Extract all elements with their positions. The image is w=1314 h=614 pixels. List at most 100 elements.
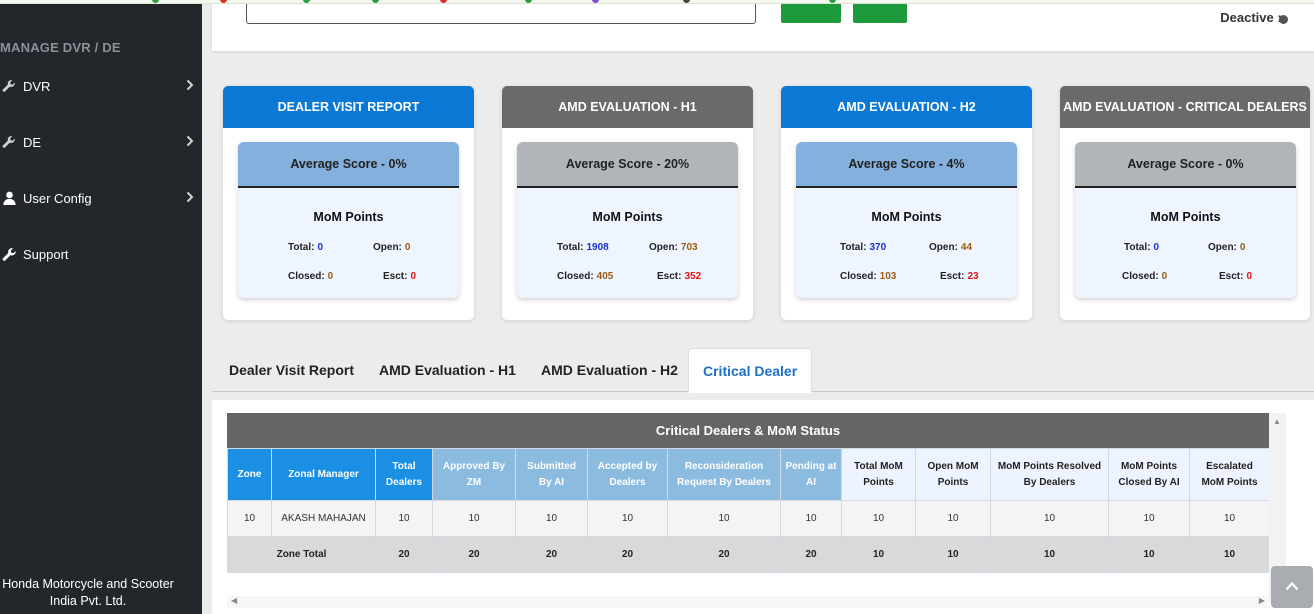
card-title: AMD EVALUATION - H1 xyxy=(502,86,753,128)
table-cell: 20 xyxy=(780,536,842,573)
deactive-status-dot xyxy=(1279,15,1288,24)
table-cell: 20 xyxy=(432,536,516,573)
card-inner: Average Score - 20% MoM Points Total: 190… xyxy=(517,142,738,298)
stat-closed: Closed: 405 xyxy=(557,271,614,282)
sidebar: MANAGE DVR / DE DVR DE User Config Suppo xyxy=(0,4,202,614)
table-cell: 20 xyxy=(515,536,588,573)
chevron-right-icon xyxy=(186,79,194,94)
column-header[interactable]: Open MoM Points xyxy=(915,448,991,501)
sidebar-title: MANAGE DVR / DE xyxy=(0,40,121,55)
table-cell: 10 xyxy=(375,500,433,537)
sidebar-item-label: Support xyxy=(23,246,69,262)
chevron-up-icon xyxy=(1285,578,1299,596)
column-header[interactable]: Escalated MoM Points xyxy=(1189,448,1270,501)
sidebar-item-de[interactable]: DE xyxy=(0,122,202,162)
column-header[interactable]: MoM Points Resolved By Dealers xyxy=(990,448,1109,501)
scroll-up-icon[interactable]: ▲ xyxy=(1273,417,1281,426)
table-cell: 10 xyxy=(1189,536,1270,573)
deactive-legend-label: Deactive :- xyxy=(1220,10,1286,25)
stat-open: Open: 0 xyxy=(373,242,411,253)
mom-points-title: MoM Points xyxy=(871,210,942,224)
critical-dealers-panel: Critical Dealers & MoM Status Zone Zonal… xyxy=(212,400,1314,614)
tab-dealer-visit-report[interactable]: Dealer Visit Report xyxy=(215,348,368,392)
table-cell: 10 xyxy=(1108,536,1190,573)
mom-points-title: MoM Points xyxy=(1150,210,1221,224)
table-cell: 10 xyxy=(1108,500,1190,537)
column-header[interactable]: Zonal Manager xyxy=(271,448,376,501)
score-card-amd-h2[interactable]: AMD EVALUATION - H2 Average Score - 4% M… xyxy=(781,86,1032,320)
user-icon xyxy=(0,191,18,205)
table-cell: 10 xyxy=(227,500,272,537)
column-header[interactable]: Reconsideration Request By Dealers xyxy=(667,448,781,501)
reset-button[interactable] xyxy=(853,4,907,23)
stat-total: Total: 370 xyxy=(840,242,887,253)
column-header[interactable]: Total MoM Points xyxy=(841,448,916,501)
score-card-amd-h1[interactable]: AMD EVALUATION - H1 Average Score - 20% … xyxy=(502,86,753,320)
stat-total: Total: 0 xyxy=(288,242,324,253)
table-row[interactable]: 10 AKASH MAHAJAN 10 10 10 10 10 10 10 10… xyxy=(227,500,1270,537)
scroll-to-top-button[interactable] xyxy=(1271,566,1313,608)
column-header[interactable]: Pending at AI xyxy=(780,448,842,501)
column-header[interactable]: Zone xyxy=(227,448,272,501)
zone-total-row: Zone Total 20 20 20 20 20 20 10 10 10 10… xyxy=(227,536,1270,573)
table-cell: 20 xyxy=(375,536,433,573)
tab-amd-evaluation-h2[interactable]: AMD Evaluation - H2 xyxy=(527,348,692,392)
table-cell: 10 xyxy=(667,500,781,537)
filter-button[interactable] xyxy=(781,4,841,23)
stat-closed: Closed: 0 xyxy=(288,271,334,282)
table-cell: 20 xyxy=(587,536,668,573)
filter-header: Deactive :- xyxy=(212,4,1314,51)
sidebar-item-label: User Config xyxy=(23,190,92,206)
stat-open: Open: 703 xyxy=(649,242,698,253)
stat-open: Open: 0 xyxy=(1208,242,1246,253)
card-inner: Average Score - 0% MoM Points Total: 0 Op… xyxy=(238,142,459,298)
card-inner: Average Score - 4% MoM Points Total: 370 … xyxy=(796,142,1017,298)
card-title: AMD EVALUATION - CRITICAL DEALERS xyxy=(1060,86,1310,128)
scroll-left-icon[interactable]: ◀ xyxy=(231,596,237,605)
wrench-icon xyxy=(0,247,18,262)
mom-points-title: MoM Points xyxy=(592,210,663,224)
search-input[interactable] xyxy=(246,4,756,24)
tab-critical-dealer[interactable]: Critical Dealer xyxy=(688,348,813,393)
sidebar-item-support[interactable]: Support xyxy=(0,234,202,274)
stat-total: Total: 1908 xyxy=(557,242,609,253)
table-cell: 20 xyxy=(667,536,781,573)
wrench-icon xyxy=(0,79,18,93)
average-score: Average Score - 4% xyxy=(796,142,1017,188)
table-cell: 10 xyxy=(1189,500,1270,537)
column-header[interactable]: Accepted by Dealers xyxy=(587,448,668,501)
chevron-right-icon xyxy=(186,135,194,150)
critical-dealers-table: Zone Zonal Manager Total Dealers Approve… xyxy=(227,448,1270,573)
table-cell: 10 xyxy=(990,500,1109,537)
company-footer: Honda Motorcycle and Scooter India Pvt. … xyxy=(2,577,174,608)
average-score: Average Score - 0% xyxy=(238,142,459,188)
table-cell: 10 xyxy=(990,536,1109,573)
column-header[interactable]: Submitted By AI xyxy=(515,448,588,501)
column-header[interactable]: Total Dealers xyxy=(375,448,433,501)
column-header[interactable]: MoM Points Closed By AI xyxy=(1108,448,1190,501)
column-header[interactable]: Approved By ZM xyxy=(432,448,516,501)
table-cell: 10 xyxy=(432,500,516,537)
stat-esct: Esct: 23 xyxy=(940,271,979,282)
table-header-row: Zone Zonal Manager Total Dealers Approve… xyxy=(227,448,1270,501)
horizontal-scrollbar[interactable]: ◀ ▶ xyxy=(227,596,1269,608)
scroll-right-icon[interactable]: ▶ xyxy=(1259,596,1265,605)
table-cell: Zone Total xyxy=(227,536,376,573)
table-cell: 10 xyxy=(841,536,916,573)
stat-closed: Closed: 103 xyxy=(840,271,897,282)
sidebar-item-dvr[interactable]: DVR xyxy=(0,66,202,106)
tab-amd-evaluation-h1[interactable]: AMD Evaluation - H1 xyxy=(365,348,530,392)
card-title: DEALER VISIT REPORT xyxy=(223,86,474,128)
table-cell: 10 xyxy=(915,536,991,573)
chevron-right-icon xyxy=(186,191,194,206)
score-card-amd-critical-dealers[interactable]: AMD EVALUATION - CRITICAL DEALERS Averag… xyxy=(1060,86,1310,320)
score-card-dealer-visit-report[interactable]: DEALER VISIT REPORT Average Score - 0% M… xyxy=(223,86,474,320)
card-inner: Average Score - 0% MoM Points Total: 0 Op… xyxy=(1075,142,1296,298)
stat-esct: Esct: 0 xyxy=(383,271,417,282)
sidebar-item-label: DVR xyxy=(23,78,51,94)
stat-total: Total: 0 xyxy=(1124,242,1160,253)
mom-points-title: MoM Points xyxy=(313,210,384,224)
report-tabs: Dealer Visit Report AMD Evaluation - H1 … xyxy=(212,348,1314,393)
sidebar-item-user-config[interactable]: User Config xyxy=(0,178,202,218)
card-title: AMD EVALUATION - H2 xyxy=(781,86,1032,128)
